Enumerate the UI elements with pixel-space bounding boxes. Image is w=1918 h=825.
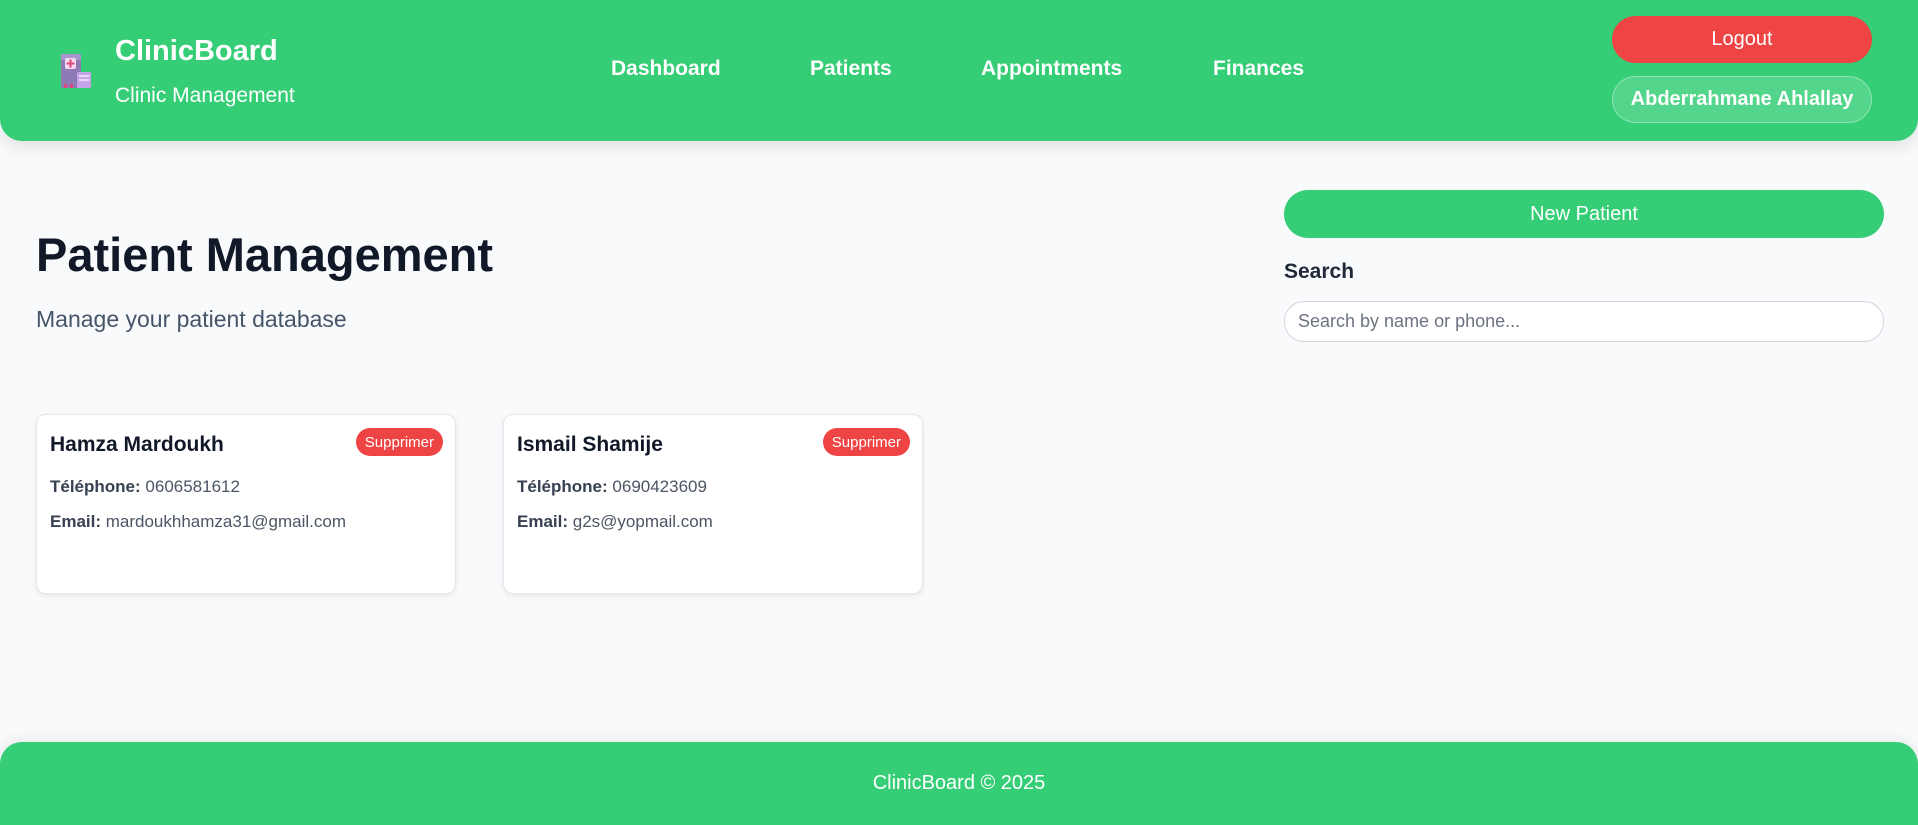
brand-title[interactable]: ClinicBoard [115, 35, 278, 68]
patient-card: Ismail Shamije Supprimer Téléphone: 0690… [503, 414, 923, 594]
email-label: Email: [517, 512, 573, 531]
nav-appointments[interactable]: Appointments [981, 57, 1122, 81]
phone-value: 0690423609 [612, 477, 707, 496]
patient-name: Ismail Shamije [517, 433, 663, 456]
email-value: mardoukhhamza31@gmail.com [105, 512, 346, 531]
user-profile-button[interactable]: Abderrahmane Ahlallay [1612, 76, 1872, 123]
logout-button[interactable]: Logout [1612, 16, 1872, 63]
search-label: Search [1284, 260, 1355, 283]
clinic-building-icon [55, 50, 95, 92]
patient-card: Hamza Mardoukh Supprimer Téléphone: 0606… [36, 414, 456, 594]
nav-dashboard[interactable]: Dashboard [611, 57, 721, 81]
search-input[interactable] [1284, 301, 1884, 342]
new-patient-button[interactable]: New Patient [1284, 190, 1884, 238]
patient-name: Hamza Mardoukh [50, 433, 224, 456]
email-value: g2s@yopmail.com [572, 512, 713, 531]
patient-email: Email: mardoukhhamza31@gmail.com [50, 512, 346, 532]
patient-phone: Téléphone: 0606581612 [50, 477, 240, 497]
nav-finances[interactable]: Finances [1213, 57, 1304, 81]
delete-patient-button[interactable]: Supprimer [355, 428, 443, 456]
page-subtitle: Manage your patient database [36, 306, 347, 332]
nav-patients[interactable]: Patients [810, 57, 892, 81]
page-title: Patient Management [36, 228, 494, 281]
delete-patient-button[interactable]: Supprimer [822, 428, 910, 456]
footer-text: ClinicBoard © 2025 [872, 772, 1046, 794]
email-label: Email: [50, 512, 106, 531]
patient-email: Email: g2s@yopmail.com [517, 512, 713, 532]
brand-subtitle: Clinic Management [115, 84, 295, 107]
top-navbar: ClinicBoard Clinic Management Dashboard … [0, 0, 1918, 141]
footer: ClinicBoard © 2025 [0, 742, 1918, 825]
patient-phone: Téléphone: 0690423609 [517, 477, 707, 497]
phone-label: Téléphone: [517, 477, 613, 496]
phone-label: Téléphone: [50, 477, 146, 496]
phone-value: 0606581612 [145, 477, 240, 496]
